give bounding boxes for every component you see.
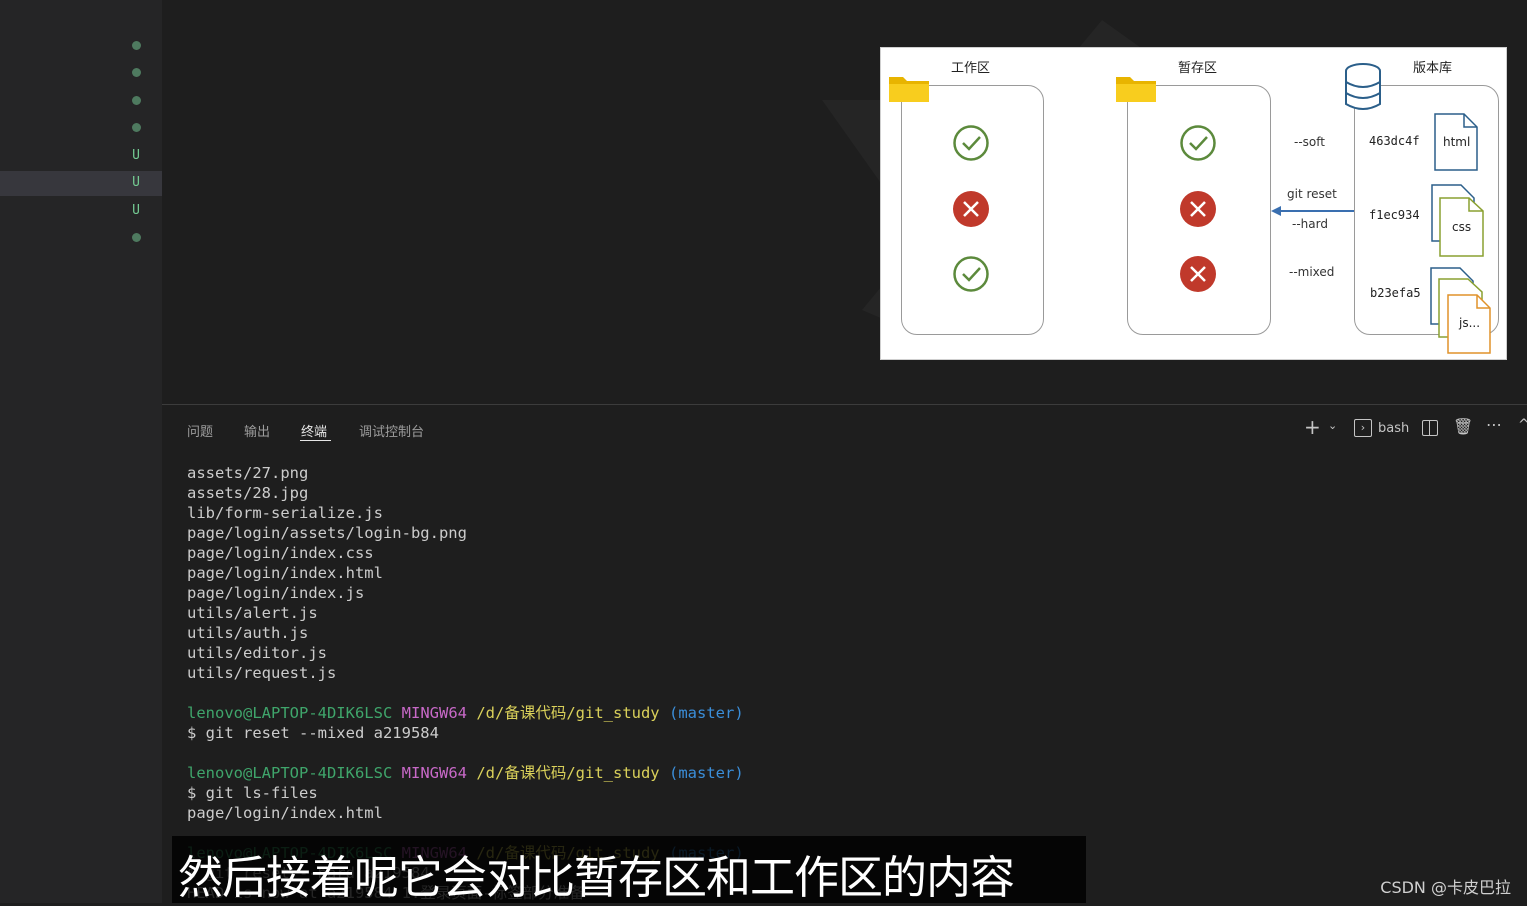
modified-dot-icon (124, 35, 148, 55)
hard-option: --hard (1292, 217, 1328, 231)
staging-folder-icon (1116, 77, 1156, 102)
trash-icon[interactable]: 🗑 (1453, 417, 1473, 436)
terminal-line: utils/auth.js (187, 624, 309, 642)
commit-hash-3: b23efa5 (1370, 286, 1421, 300)
terminal-line: utils/alert.js (187, 604, 318, 622)
new-terminal-icon[interactable]: + (1304, 415, 1321, 439)
git-reset-label: git reset (1287, 187, 1337, 201)
chevron-down-icon[interactable]: ⌄ (1328, 419, 1337, 432)
terminal-line: page/login/assets/login-bg.png (187, 524, 467, 542)
tab-problems[interactable]: 问题 (187, 421, 213, 440)
repository-title: 版本库 (1413, 61, 1453, 76)
terminal-profile-icon[interactable]: › (1354, 419, 1372, 437)
terminal-line: $ git ls-files (187, 784, 318, 802)
modified-dot-icon (124, 63, 148, 83)
untracked-marker: U (132, 175, 140, 190)
working-area-title: 工作区 (951, 61, 991, 76)
terminal-line: page/login/index.html (187, 564, 383, 582)
tab-terminal[interactable]: 终端 (301, 421, 327, 440)
tab-debug-console[interactable]: 调试控制台 (359, 421, 424, 440)
terminal-line: utils/request.js (187, 664, 337, 682)
terminal-line: lib/form-serialize.js (187, 504, 383, 522)
untracked-marker: U (132, 202, 140, 218)
terminal-line: page/login/index.js (187, 584, 365, 602)
shell-label[interactable]: bash (1378, 421, 1409, 436)
terminal-line: $ git reset --mixed a219584 (187, 724, 439, 742)
cross-icon (1180, 191, 1216, 227)
commit-hash-2: f1ec934 (1369, 208, 1420, 222)
check-icon (1180, 125, 1216, 161)
modified-dot-icon (124, 118, 148, 138)
working-folder-icon (889, 77, 929, 102)
terminal-line: assets/27.png (187, 464, 309, 482)
untracked-marker: U (132, 147, 140, 163)
modified-dot-icon (124, 228, 148, 248)
soft-option: --soft (1294, 135, 1325, 149)
js-file-label: js... (1459, 316, 1481, 330)
terminal-line: page/login/index.css (187, 544, 374, 562)
active-tab-indicator (300, 440, 331, 441)
more-actions-icon[interactable]: ⋯ (1486, 415, 1502, 434)
terminal-line: lenovo@LAPTOP-4DIK6LSC MINGW64 /d/备课代码/g… (187, 764, 744, 782)
html-file-label: html (1443, 135, 1471, 149)
tab-output[interactable]: 输出 (244, 421, 270, 440)
cross-icon (953, 191, 989, 227)
terminal-line: assets/28.jpg (187, 484, 309, 502)
cross-icon (1180, 256, 1216, 292)
check-icon (953, 125, 989, 161)
database-icon (1345, 63, 1381, 110)
css-file-label: css (1452, 220, 1472, 234)
terminal-line: lenovo@LAPTOP-4DIK6LSC MINGW64 /d/备课代码/g… (187, 704, 744, 722)
git-reset-diagram: 工作区 暂存区 版本库 --soft git reset --hard --mi… (880, 47, 1507, 360)
terminal-line: page/login/index.html (187, 804, 383, 822)
csdn-watermark: CSDN @卡皮巴拉 (1380, 878, 1511, 897)
check-icon (953, 256, 989, 292)
js-file-icon (1430, 267, 1491, 354)
split-terminal-icon[interactable] (1422, 420, 1438, 436)
reset-arrow (1271, 206, 1354, 216)
maximize-panel-icon[interactable]: ^ (1518, 417, 1527, 433)
video-subtitle: 然后接着呢它会对比暂存区和工作区的内容 (178, 851, 1015, 904)
commit-hash-1: 463dc4f (1369, 134, 1420, 148)
mixed-option: --mixed (1289, 265, 1335, 279)
staging-area-title: 暂存区 (1178, 61, 1218, 76)
modified-dot-icon (124, 90, 148, 110)
explorer-sidebar: UUU (0, 0, 162, 903)
terminal-line: utils/editor.js (187, 644, 327, 662)
